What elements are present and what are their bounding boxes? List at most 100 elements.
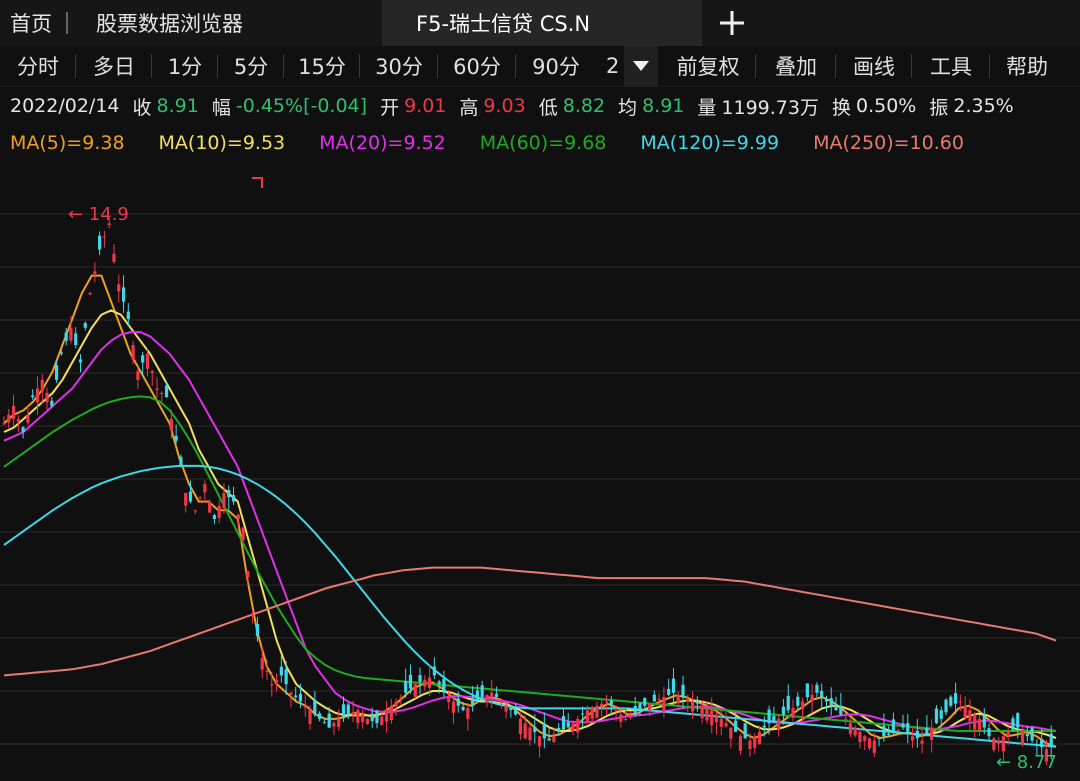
candle-body: [389, 705, 393, 721]
candle-body: [561, 716, 566, 730]
tab-stock-browser[interactable]: 股票数据浏览器: [70, 0, 382, 46]
candle-body: [16, 419, 20, 422]
adjust-forward-button[interactable]: 前复权: [660, 46, 756, 86]
candle-body: [88, 292, 92, 295]
candlestick-chart[interactable]: ← 14.9 ← 8.77: [0, 160, 1080, 781]
candle-body: [533, 726, 537, 732]
candle-body: [667, 688, 671, 695]
candle-body: [810, 694, 814, 701]
candle-body: [647, 703, 652, 711]
candle-body: [719, 718, 723, 727]
candle-body: [480, 685, 484, 698]
candle-body: [992, 738, 996, 750]
candle-body: [968, 710, 972, 722]
close-value: 8.91: [156, 95, 199, 117]
candle-body: [906, 723, 910, 732]
candle-body: [772, 715, 776, 722]
period-60min[interactable]: 60分: [438, 46, 516, 86]
candle-body: [566, 722, 570, 728]
add-tab-button[interactable]: [702, 0, 762, 46]
candle-body: [418, 675, 422, 682]
tools-button[interactable]: 工具: [912, 46, 990, 86]
candle-body: [59, 352, 63, 354]
candle-body: [738, 736, 742, 751]
candle-body: [447, 697, 451, 703]
candle-body: [432, 666, 436, 676]
candle-body: [289, 692, 293, 695]
candle-body: [169, 419, 173, 430]
tab-active-stock[interactable]: F5-瑞士信贷 CS.N: [382, 0, 702, 46]
candle-body: [494, 693, 499, 698]
crosshair-corner-icon: [252, 177, 263, 188]
candle-body: [184, 492, 188, 506]
candle-body: [958, 701, 962, 703]
candle-body: [370, 713, 374, 722]
candle-body: [93, 271, 97, 274]
period-1min[interactable]: 1分: [152, 46, 218, 86]
tab-home[interactable]: 首页: [0, 0, 70, 46]
candle-body: [891, 719, 896, 732]
candle-body: [69, 327, 73, 341]
candle-body: [427, 677, 432, 688]
candle-body: [361, 714, 365, 723]
candle-body: [394, 701, 398, 707]
plus-icon: [720, 11, 744, 35]
help-button[interactable]: 帮助: [990, 46, 1064, 86]
candle-body: [461, 706, 465, 711]
candle-body: [662, 697, 666, 712]
candle-body: [222, 492, 226, 508]
moving-average-lines: [3, 274, 1057, 748]
candle-body: [523, 723, 527, 739]
period-15min[interactable]: 15分: [284, 46, 360, 86]
candle-body: [1049, 733, 1053, 747]
ma250-line: [3, 566, 1057, 677]
avg-value: 8.91: [642, 95, 685, 117]
candle-body: [614, 710, 618, 712]
candle-body: [762, 725, 766, 728]
candle-body: [260, 658, 264, 670]
period-30min[interactable]: 30分: [360, 46, 438, 86]
ma10-legend: MA(10)=9.53: [158, 132, 286, 154]
overlay-button[interactable]: 叠加: [756, 46, 836, 86]
period-multi-day[interactable]: 多日: [76, 46, 152, 86]
candle-body: [757, 731, 762, 745]
period-more[interactable]: 2: [596, 46, 624, 86]
candle-body: [743, 723, 747, 739]
period-dropdown-button[interactable]: [624, 46, 658, 86]
candle-body: [585, 710, 589, 723]
candle-body: [805, 683, 809, 698]
period-5min[interactable]: 5分: [218, 46, 284, 86]
candle-body: [887, 734, 891, 736]
candle-body: [695, 700, 699, 704]
candle-body: [174, 435, 178, 441]
candle-body: [944, 699, 948, 713]
ma10-line: [3, 309, 1057, 739]
candle-body: [934, 708, 939, 724]
candle-body: [724, 723, 728, 727]
candle-body: [910, 736, 915, 741]
candle-body: [45, 392, 49, 403]
period-90min[interactable]: 90分: [516, 46, 596, 86]
ma120-line: [3, 464, 1057, 748]
candle-body: [365, 718, 370, 725]
candle-body: [710, 710, 714, 726]
candle-body: [1011, 718, 1015, 730]
candle-body: [121, 287, 126, 302]
candle-body: [872, 740, 876, 753]
candle-body: [690, 701, 695, 712]
candle-body: [423, 679, 427, 687]
candle-body: [681, 684, 685, 698]
candle-body: [547, 738, 551, 741]
candle-body: [179, 456, 183, 467]
draw-button[interactable]: 画线: [836, 46, 912, 86]
candle-body: [882, 725, 886, 737]
candle-body: [939, 710, 943, 719]
candle-body: [796, 696, 800, 706]
candle-body: [676, 694, 680, 704]
period-intraday[interactable]: 分时: [0, 46, 76, 86]
candle-body: [456, 698, 460, 706]
candle-body: [21, 427, 25, 433]
candle-body: [1035, 744, 1039, 746]
candle-body: [164, 385, 169, 398]
candle-body: [571, 723, 575, 731]
